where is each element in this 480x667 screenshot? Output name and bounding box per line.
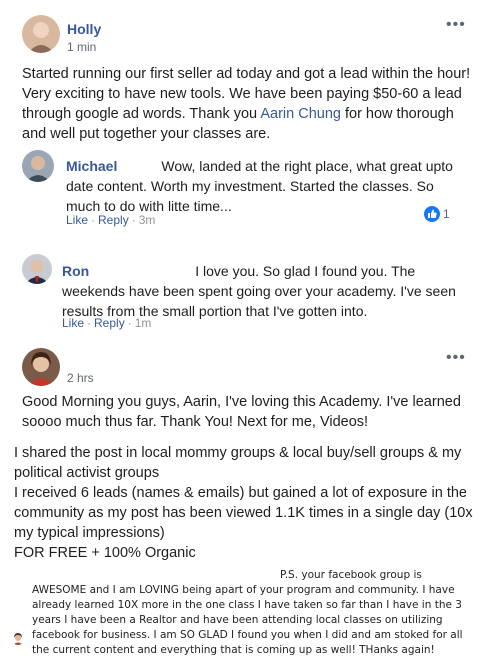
post-greeting: Good Morning you guys, Aarin, I've lovin… (22, 394, 461, 430)
post-holly: Holly 1 min ••• Started running our firs… (0, 0, 480, 142)
post-line: I shared the post in local mommy groups … (14, 445, 462, 481)
post-time[interactable]: 1 min (67, 40, 96, 54)
like-link[interactable]: Like (66, 213, 88, 227)
comment-actions: Like · Reply · 1m (62, 316, 151, 330)
post-body: Started running our first seller ad toda… (22, 64, 472, 144)
commenter-name[interactable]: Michael (66, 158, 117, 174)
avatar-small (12, 633, 24, 645)
comment-michael: Michael Wow, landed at the right place, w… (0, 142, 480, 238)
post-line: I received 6 leads (names & emails) but … (14, 485, 473, 541)
comment-text: I love you. So glad I found you. The wee… (62, 263, 456, 319)
comment-actions: Like · Reply · 3m (66, 213, 155, 227)
comment-time[interactable]: 3m (139, 213, 156, 227)
more-options-icon[interactable]: ••• (446, 350, 466, 366)
reply-link[interactable]: Reply (98, 213, 129, 227)
avatar-author[interactable] (22, 348, 60, 386)
testimonial-text: P.S. your facebook group is AWESOME and … (32, 569, 463, 656)
reaction-count: 1 (443, 207, 450, 221)
more-options-icon[interactable]: ••• (446, 17, 466, 33)
comment-body: Michael Wow, landed at the right place, w… (66, 156, 466, 216)
comment-ron: Ron I love you. So glad I found you. The … (0, 248, 480, 338)
post-time[interactable]: 2 hrs (67, 371, 94, 385)
separator-dot: · (127, 316, 132, 330)
reaction-summary[interactable]: 1 (424, 204, 450, 224)
avatar-ron[interactable] (22, 254, 52, 284)
post-organic: 2 hrs ••• Good Morning you guys, Aarin, … (0, 340, 480, 561)
separator-dot: · (131, 213, 136, 227)
post-body: I shared the post in local mommy groups … (14, 443, 476, 563)
separator-dot: · (91, 213, 96, 227)
avatar-holly[interactable] (22, 15, 60, 53)
tagged-user-link[interactable]: Aarin Chung (260, 106, 341, 122)
testimonial-note: P.S. your facebook group is AWESOME and … (0, 558, 480, 667)
like-link[interactable]: Like (62, 316, 84, 330)
commenter-name[interactable]: Ron (62, 263, 89, 279)
comment-text: Wow, landed at the right place, what gre… (66, 158, 453, 214)
separator-dot: · (87, 316, 92, 330)
thumbs-up-icon (424, 206, 440, 222)
avatar-michael[interactable] (22, 150, 54, 182)
comment-body: Ron I love you. So glad I found you. The … (62, 261, 462, 321)
reply-link[interactable]: Reply (94, 316, 125, 330)
comment-time[interactable]: 1m (135, 316, 152, 330)
author-name[interactable]: Holly (67, 21, 101, 37)
